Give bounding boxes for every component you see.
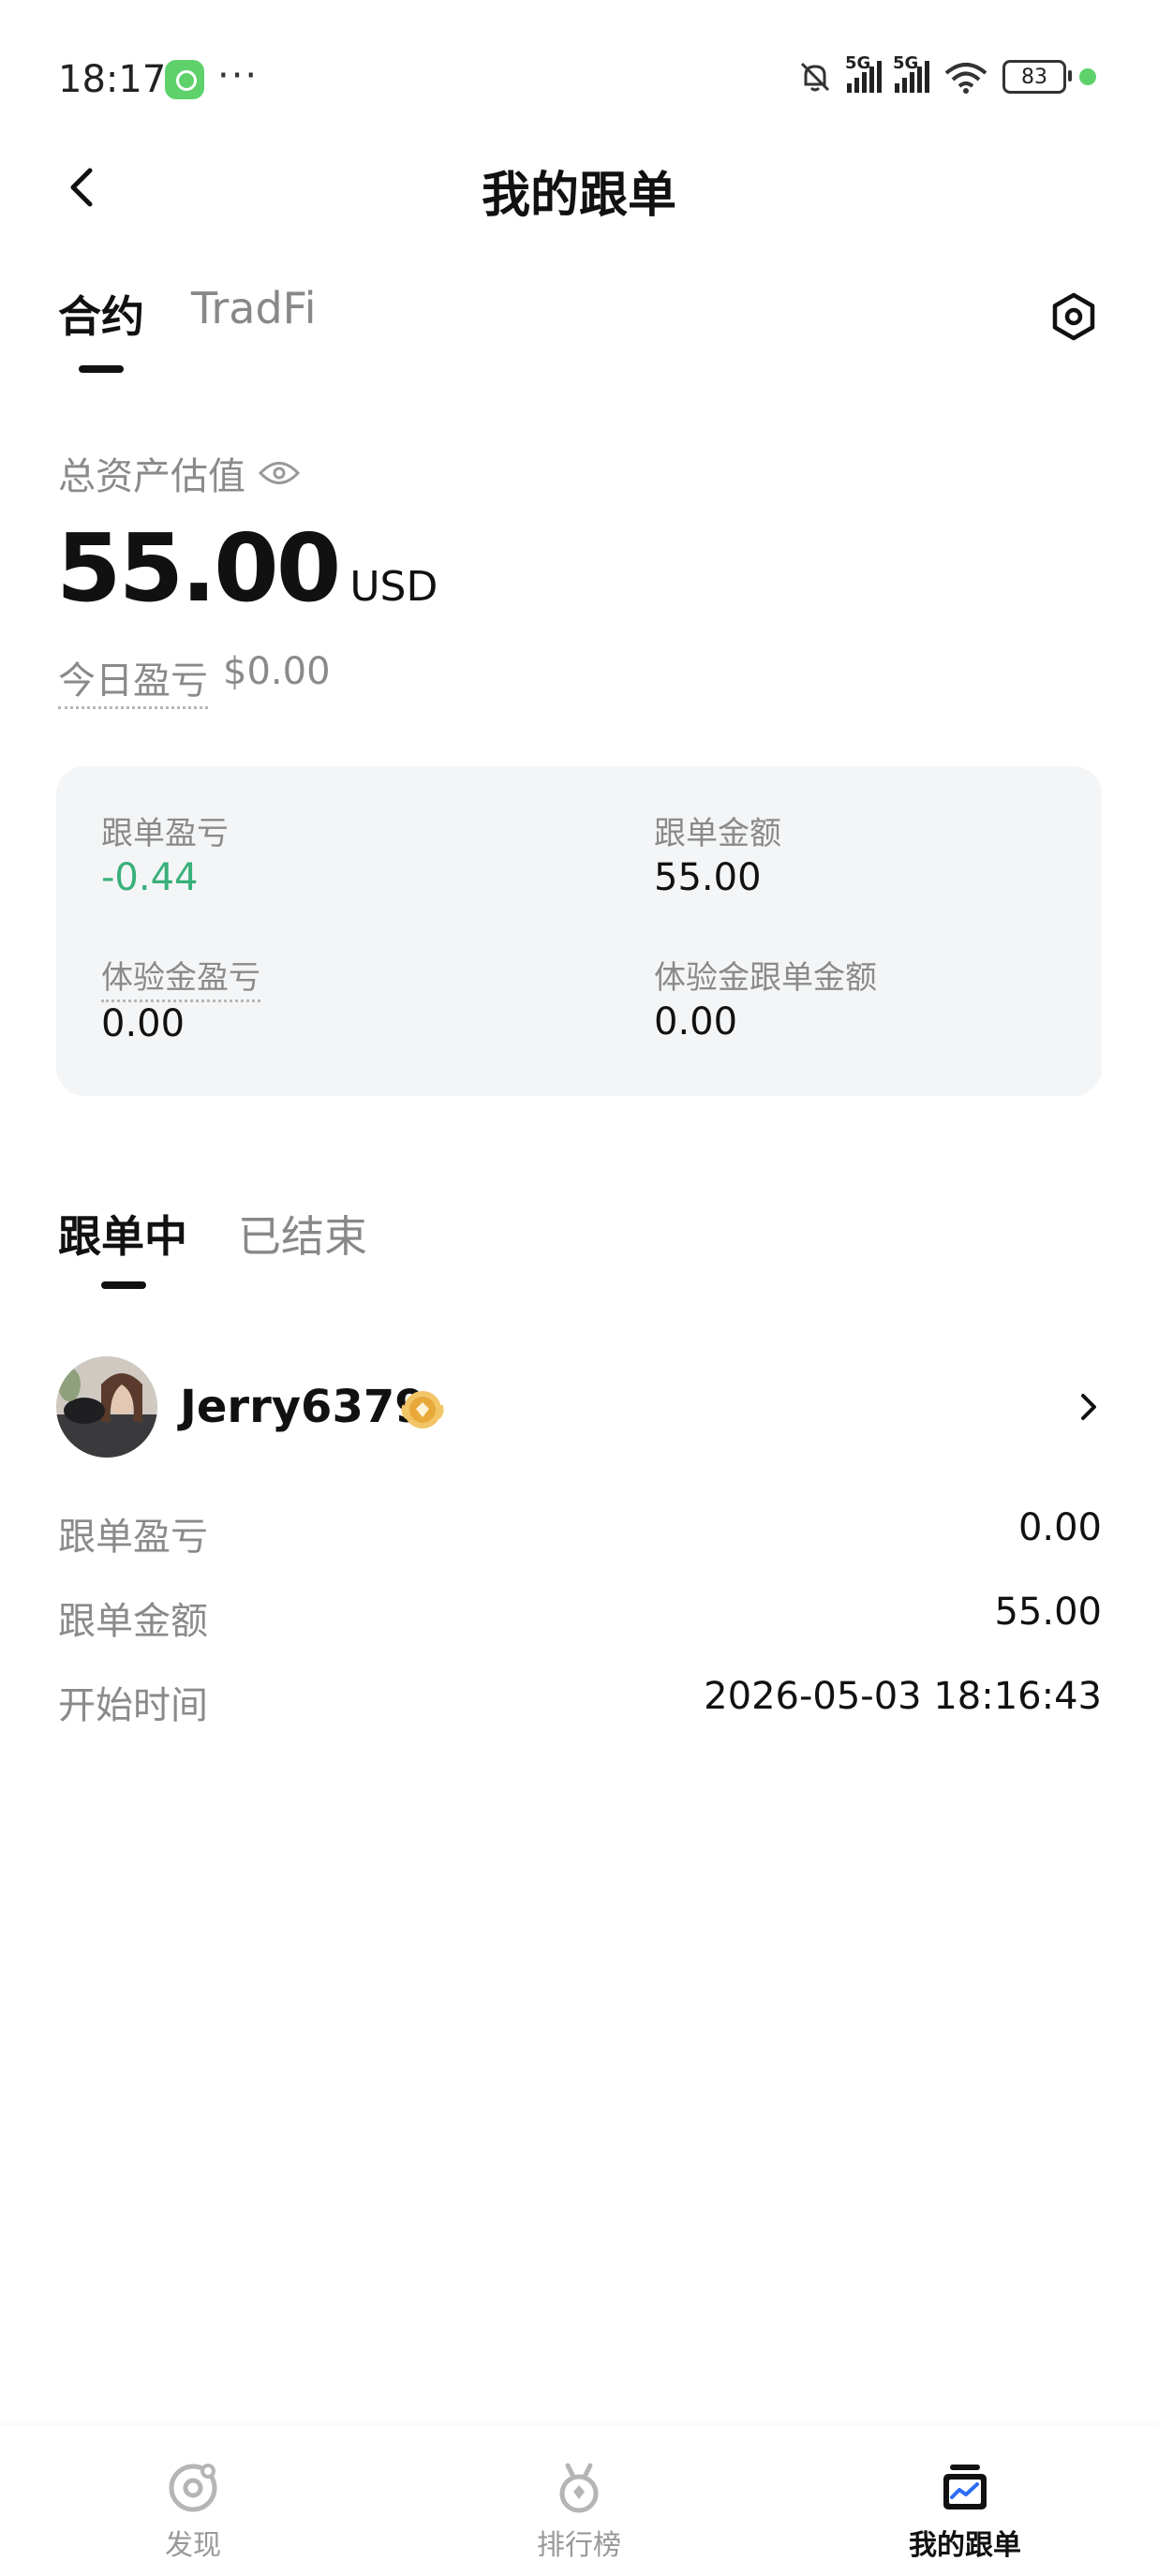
today-pnl-label[interactable]: 今日盈亏	[58, 650, 208, 709]
total-assets-unit: USD	[349, 563, 438, 611]
copy-pnl-label: 跟单盈亏	[101, 815, 229, 852]
wifi-icon	[944, 63, 987, 94]
eye-icon[interactable]	[259, 459, 300, 487]
trader-amount-label: 跟单金额	[58, 1600, 208, 1643]
tab-ended[interactable]: 已结束	[238, 1203, 367, 1265]
nav-leaderboard[interactable]: 排行榜	[485, 2460, 673, 2563]
bell-muted-icon	[800, 62, 830, 92]
tab-tradfi[interactable]: TradFi	[191, 283, 317, 333]
nav-discover-label: 发现	[165, 2529, 221, 2562]
trader-pnl-value: 0.00	[1017, 1506, 1102, 1549]
total-assets-value-row: 55.00 USD	[56, 513, 438, 623]
trial-amount-value: 0.00	[654, 1000, 738, 1044]
battery-icon: 83	[1002, 60, 1072, 94]
start-time-label: 开始时间	[58, 1684, 208, 1727]
avatar-image	[56, 1356, 157, 1458]
settings-icon[interactable]	[1047, 290, 1100, 343]
copy-amount-value: 55.00	[654, 856, 762, 899]
status-indicators: 5G 5G 83	[796, 53, 1096, 96]
follow-tab-active-indicator	[101, 1281, 146, 1289]
battery-level: 83	[1021, 65, 1047, 89]
signal-icon-2: 5G	[893, 53, 929, 93]
app-notification-icon	[165, 60, 204, 99]
discover-icon	[169, 2464, 217, 2512]
tab-following[interactable]: 跟单中	[58, 1203, 187, 1265]
chevron-right-icon[interactable]	[1072, 1390, 1106, 1424]
trial-amount-label: 体验金跟单金额	[654, 959, 877, 997]
leaderboard-icon	[559, 2463, 599, 2513]
trial-pnl-label[interactable]: 体验金盈亏	[101, 952, 260, 1002]
trader-pnl-label: 跟单盈亏	[58, 1516, 208, 1559]
trader-avatar[interactable]	[56, 1356, 157, 1458]
summary-card: 跟单盈亏 -0.44 跟单金额 55.00 体验金盈亏 0.00 体验金跟单金额…	[56, 766, 1102, 1096]
nav-my-copy-trading-label: 我的跟单	[909, 2529, 1021, 2562]
signal-icon-1: 5G	[845, 53, 882, 93]
trial-pnl-value: 0.00	[101, 1002, 186, 1045]
tab-active-indicator	[79, 365, 124, 373]
today-pnl-value: $0.00	[223, 650, 331, 693]
nav-leaderboard-label: 排行榜	[537, 2529, 621, 2562]
my-copy-trading-icon	[943, 2465, 987, 2509]
trader-badge-icon	[401, 1391, 444, 1429]
network-type-1: 5G	[845, 53, 871, 73]
network-type-2: 5G	[893, 53, 919, 73]
total-assets-label: 总资产估值	[58, 455, 245, 498]
today-pnl-row: 今日盈亏 $0.00	[58, 650, 331, 709]
status-time: 18:17	[58, 58, 167, 101]
trader-amount-value: 55.00	[994, 1591, 1102, 1634]
total-assets-value: 55.00	[56, 513, 341, 623]
more-notifications-icon: ···	[217, 54, 260, 97]
copy-amount-label: 跟单金额	[654, 815, 781, 852]
privacy-indicator-dot	[1079, 68, 1096, 85]
nav-my-copy-trading[interactable]: 我的跟单	[871, 2460, 1059, 2563]
page-title: 我的跟单	[481, 168, 676, 224]
total-assets-label-row: 总资产估值	[58, 446, 300, 500]
start-time-value: 2026-05-03 18:16:43	[704, 1675, 1102, 1718]
nav-discover[interactable]: 发现	[99, 2460, 287, 2563]
trader-name[interactable]: Jerry6379	[180, 1381, 426, 1433]
tab-contract[interactable]: 合约	[58, 283, 144, 345]
copy-pnl-value: -0.44	[101, 856, 199, 899]
